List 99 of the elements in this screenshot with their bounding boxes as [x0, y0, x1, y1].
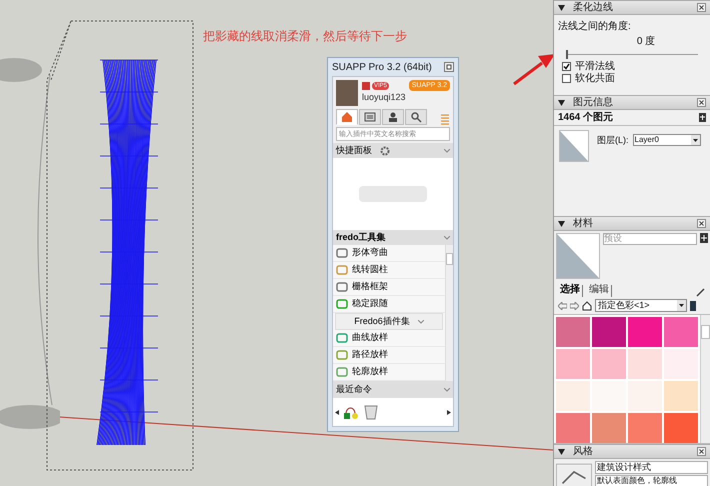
right-arrow-icon[interactable]	[447, 410, 451, 414]
section-header[interactable]: 快捷面板	[333, 143, 453, 158]
layer-label: 图层(L):	[597, 134, 628, 147]
curve-loft-icon[interactable]	[363, 404, 379, 420]
avatar-placeholder	[336, 80, 358, 106]
plugin-item[interactable]: 线转圆柱	[352, 263, 388, 277]
card-icon	[364, 111, 376, 123]
checkbox[interactable]	[562, 62, 571, 70]
list-icon[interactable]	[440, 113, 450, 125]
plugin-tab[interactable]	[382, 109, 404, 125]
plugin-item[interactable]: 路径放样	[352, 348, 388, 362]
angle-value: 0 度	[636, 34, 656, 49]
collapse-triangle-icon[interactable]	[558, 448, 565, 454]
plugin-icon	[336, 264, 348, 276]
gear-icon[interactable]	[380, 146, 390, 156]
panel-title: 图元信息	[573, 98, 613, 108]
section-title: 快捷面板	[336, 144, 372, 157]
panel-title: 材料	[573, 218, 593, 228]
back-arrow-icon[interactable]	[558, 302, 567, 310]
section-title: 最近命令	[336, 382, 373, 396]
username: luoyuqi123	[362, 93, 407, 102]
panel-header[interactable]: 柔化边线	[554, 0, 710, 15]
color-swatch[interactable]	[628, 413, 662, 443]
color-swatch[interactable]	[664, 317, 698, 347]
chevron-icon[interactable]	[444, 388, 450, 392]
plugin-icon	[336, 366, 348, 378]
level-icon	[362, 82, 370, 90]
plugin-tab[interactable]	[359, 109, 381, 125]
group-title: Fredo6插件集	[354, 314, 410, 328]
home-icon[interactable]	[582, 300, 592, 310]
forward-arrow-icon[interactable]	[570, 302, 579, 310]
color-swatch[interactable]	[592, 349, 626, 379]
close-icon[interactable]	[697, 3, 706, 12]
close-icon[interactable]	[697, 219, 706, 228]
plugin-icon	[336, 247, 348, 259]
collection-dropdown[interactable]: 指定色彩<1>	[595, 299, 687, 312]
collapse-triangle-icon[interactable]	[558, 100, 565, 106]
scrollbar[interactable]	[700, 315, 710, 443]
user-icon	[387, 111, 399, 123]
panel-header[interactable]: 图元信息	[554, 95, 710, 110]
layer-dropdown[interactable]: Layer0	[632, 134, 700, 146]
home-icon	[341, 111, 353, 123]
close-icon[interactable]	[697, 98, 706, 107]
panel-title: 风格	[573, 446, 593, 456]
plugin-group[interactable]: Fredo6插件集	[335, 313, 443, 330]
collapse-triangle-icon[interactable]	[558, 220, 565, 226]
style-description: 默认表面颜色，轮廓线	[595, 475, 708, 486]
create-material-icon[interactable]	[700, 233, 708, 243]
checkbox-label: 平滑法线	[575, 60, 615, 72]
color-swatch[interactable]	[556, 349, 590, 379]
material-preview-icon	[556, 233, 600, 279]
search-icon	[410, 111, 422, 123]
color-swatch[interactable]	[628, 349, 662, 379]
style-name: 建筑设计样式	[595, 461, 708, 474]
chevron-icon[interactable]	[418, 320, 424, 324]
scrollbar[interactable]	[445, 245, 453, 381]
plugin-icon	[336, 332, 348, 344]
close-icon[interactable]	[697, 447, 706, 456]
angle-label: 法线之间的角度:	[558, 20, 632, 34]
pointer-arrow	[512, 52, 553, 86]
color-swatch[interactable]	[556, 317, 590, 347]
checkbox[interactable]	[562, 74, 571, 82]
section-header[interactable]: 最近命令	[333, 381, 453, 398]
color-swatch[interactable]	[556, 381, 590, 411]
plugin-item[interactable]: 曲线放样	[352, 331, 388, 345]
color-swatch[interactable]	[592, 317, 626, 347]
material-tab[interactable]: 编辑	[587, 285, 612, 297]
checkbox-label: 软化共面	[575, 72, 615, 86]
panel-header[interactable]: 风格	[554, 444, 710, 459]
section-header[interactable]: fredo工具集	[333, 230, 453, 245]
eyedropper-icon[interactable]	[696, 287, 706, 297]
chevron-icon[interactable]	[444, 236, 450, 240]
slider-track[interactable]	[566, 50, 698, 60]
plugin-item[interactable]: 轮廓放样	[352, 365, 388, 379]
color-swatch[interactable]	[664, 381, 698, 411]
panel-title: 柔化边线	[573, 2, 613, 12]
chevron-icon[interactable]	[444, 148, 450, 152]
color-swatch[interactable]	[556, 413, 590, 443]
section-title: fredo工具集	[336, 230, 386, 244]
color-swatch[interactable]	[628, 317, 662, 347]
window-title: SUAPP Pro 3.2 (64bit)	[332, 60, 433, 74]
material-tab[interactable]: 选择	[558, 285, 583, 297]
entity-count: 1464 个图元	[558, 110, 614, 125]
plugin-item[interactable]: 形体弯曲	[352, 246, 388, 260]
plugin-icon	[336, 298, 348, 310]
plugin-item[interactable]: 稳定跟随	[352, 297, 388, 311]
plugin-icon	[336, 281, 348, 293]
plugin-item[interactable]: 栅格框架	[352, 280, 388, 294]
left-arrow-icon[interactable]	[335, 410, 339, 414]
panel-header[interactable]: 材料	[554, 216, 710, 231]
plugin-tab[interactable]	[405, 109, 427, 125]
plugin-tab[interactable]	[336, 109, 358, 125]
restore-icon[interactable]	[444, 62, 454, 72]
annotation-text: 把影藏的线取消柔滑，然后等待下一步	[203, 28, 407, 45]
plugin-icon	[336, 349, 348, 361]
color-swatch[interactable]	[592, 413, 626, 443]
material-preview-icon	[559, 130, 589, 162]
color-swatch[interactable]	[664, 413, 698, 443]
collapse-triangle-icon[interactable]	[558, 4, 565, 10]
